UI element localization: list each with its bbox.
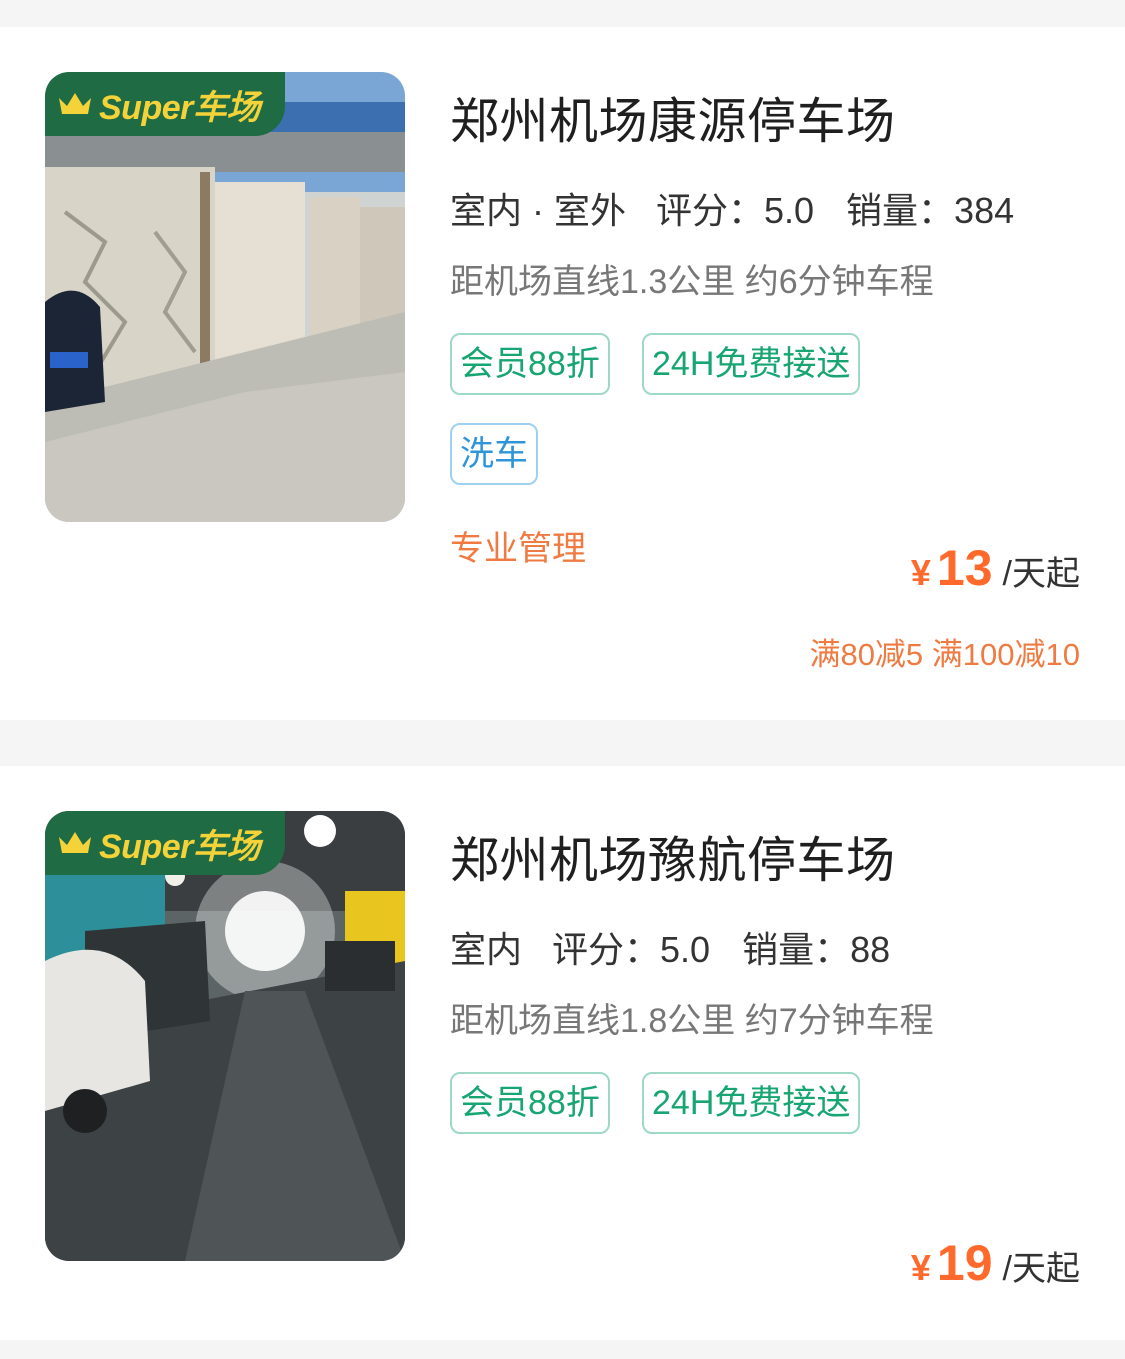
price-unit: /天起 [1002,1250,1080,1288]
crown-icon [59,832,91,853]
underground-garage-image [45,811,405,1261]
crown-icon [59,93,91,114]
price-amount: 13 [936,540,993,596]
distance-info: 距机场直线1.3公里 约6分钟车程 [450,263,934,301]
member-discount-tag: 会员88折 [450,1072,610,1134]
location-type: 室内 [447,921,525,977]
car-wash-tag: 洗车 [450,423,538,485]
super-parking-badge: Super车场 [45,811,285,875]
parking-card[interactable]: Super车场 郑州机场康源停车场 室内 · 室外 评分：5.0 销量：384 … [0,27,1125,720]
parking-meta: 室内 · 室外 评分：5.0 销量：384 [448,182,1046,238]
super-parking-badge: Super车场 [45,72,285,136]
location-type: 室内 · 室外 [448,182,628,238]
promo-text: 满80减5 满100减10 [809,637,1080,672]
rating: 评分：5.0 [656,190,815,231]
distance-info: 距机场直线1.8公里 约7分钟车程 [450,1002,934,1040]
parking-card[interactable]: Super车场 郑州机场豫航停车场 室内 评分：5.0 销量：88 距机场直线1… [0,766,1125,1340]
feature-text: 专业管理 [450,530,586,568]
garage-photo-image [45,72,405,522]
price-amount: 19 [936,1235,993,1291]
shuttle-tag: 24H免费接送 [642,333,861,395]
rating: 评分：5.0 [552,929,711,970]
member-discount-tag: 会员88折 [450,333,610,395]
parking-title: 郑州机场豫航停车场 [450,834,896,888]
badge-label: Super车场 [99,827,260,866]
sales-count: 销量：88 [742,929,891,970]
currency-symbol: ¥ [910,1247,931,1288]
parking-photo[interactable]: Super车场 [45,811,405,1261]
sales-count: 销量：384 [846,190,1015,231]
parking-photo[interactable]: Super车场 [45,72,405,522]
price: ¥ 13 /天起 [911,539,1080,597]
price-unit: /天起 [1002,555,1080,593]
shuttle-tag: 24H免费接送 [642,1072,861,1134]
currency-symbol: ¥ [910,552,931,593]
parking-title: 郑州机场康源停车场 [450,95,896,149]
badge-label: Super车场 [99,88,260,127]
price: ¥ 19 /天起 [911,1234,1080,1292]
parking-meta: 室内 评分：5.0 销量：88 [447,921,922,977]
